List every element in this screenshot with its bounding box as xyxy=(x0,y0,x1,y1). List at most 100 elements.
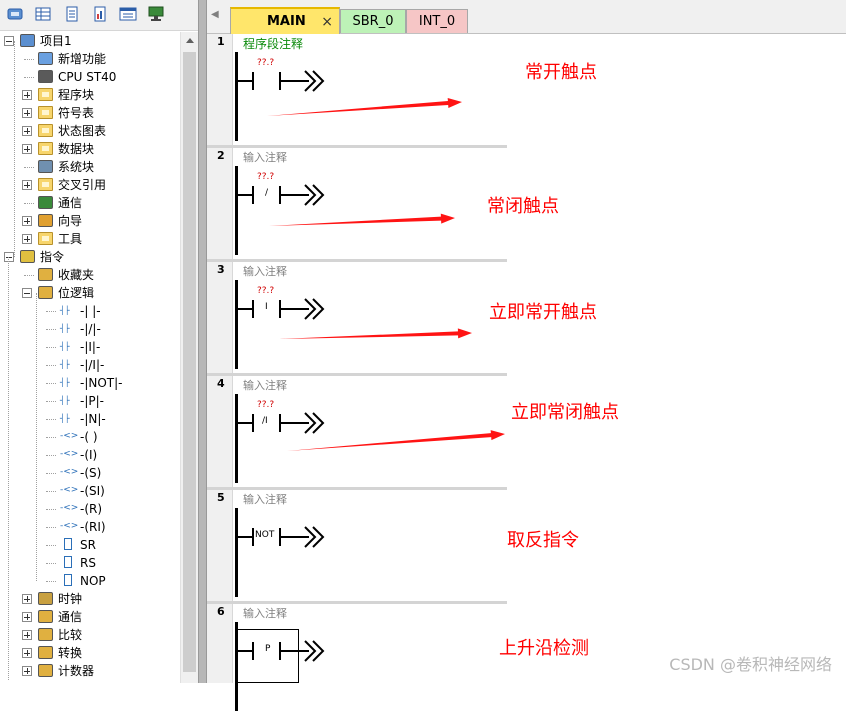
tree-item[interactable]: ┤├ -|P|- xyxy=(0,392,180,410)
coil-icon: -<> xyxy=(60,431,79,441)
expand-icon[interactable] xyxy=(22,594,32,604)
tree-item[interactable]: CPU ST40 xyxy=(0,68,180,86)
collapse-icon[interactable] xyxy=(22,288,32,298)
tree-connector xyxy=(46,545,56,546)
tree-item[interactable]: 数据块 xyxy=(0,140,180,158)
tree-connector xyxy=(46,491,56,492)
tree-item[interactable]: 程序块 xyxy=(0,86,180,104)
collapse-icon[interactable] xyxy=(4,252,14,262)
tree-connector xyxy=(46,437,56,438)
tree-item[interactable]: 通信 xyxy=(0,194,180,212)
editor-tabs: ◀ MAIN × SBR_0 INT_0 xyxy=(207,0,846,34)
tree-item[interactable]: ┤├ -|I|- xyxy=(0,338,180,356)
chart-icon[interactable] xyxy=(91,6,109,22)
doc-icon[interactable] xyxy=(63,6,81,22)
network-separator xyxy=(207,601,507,604)
tree-item[interactable]: 比较 xyxy=(0,626,180,644)
expand-icon[interactable] xyxy=(22,90,32,100)
tree-item[interactable]: 状态图表 xyxy=(0,122,180,140)
tree-item[interactable]: 收藏夹 xyxy=(0,266,180,284)
tree-connector xyxy=(46,563,56,564)
expand-icon[interactable] xyxy=(22,234,32,244)
coil-icon: -<> xyxy=(60,467,79,477)
expand-icon[interactable] xyxy=(22,666,32,676)
tree-item[interactable]: RS xyxy=(0,554,180,572)
tree-connector xyxy=(46,365,56,366)
tree-item[interactable]: 交叉引用 xyxy=(0,176,180,194)
tree-item[interactable]: 时钟 xyxy=(0,590,180,608)
tree-item-label: 比较 xyxy=(58,628,83,642)
folder-icon xyxy=(38,106,53,119)
favorites-icon xyxy=(38,268,53,281)
tree-item[interactable]: ┤├ -|N|- xyxy=(0,410,180,428)
tree-item[interactable]: NOP xyxy=(0,572,180,590)
tree-item[interactable]: 通信 xyxy=(0,608,180,626)
report-icon[interactable] xyxy=(119,6,137,22)
tree-item[interactable]: ┤├ -|/|- xyxy=(0,320,180,338)
tab-scroll-left-icon[interactable]: ◀ xyxy=(211,9,219,20)
watermark: CSDN @卷积神经网络 xyxy=(669,655,832,674)
tree-item-label: -(R) xyxy=(80,502,103,516)
expand-icon[interactable] xyxy=(22,126,32,136)
expand-icon[interactable] xyxy=(22,612,32,622)
project-icon[interactable] xyxy=(6,6,24,22)
tab-main[interactable]: MAIN × xyxy=(230,7,340,34)
expand-icon[interactable] xyxy=(22,108,32,118)
red-arrow-icon xyxy=(267,98,462,116)
tree-scrollbar[interactable] xyxy=(180,32,199,683)
contact-icon: ┤├ xyxy=(60,342,70,351)
table-icon[interactable] xyxy=(34,6,52,22)
tree-item[interactable]: ┤├ -|/I|- xyxy=(0,356,180,374)
tree-item[interactable]: -<> -(S) xyxy=(0,464,180,482)
tree-connector xyxy=(46,347,56,348)
system-block-icon xyxy=(38,160,53,173)
contact-left-bar xyxy=(252,528,254,546)
tree-item[interactable]: 新增功能 xyxy=(0,50,180,68)
tree-item-label: -|N|- xyxy=(80,412,106,426)
expand-icon[interactable] xyxy=(22,216,32,226)
project-icon xyxy=(20,34,35,47)
monitor-icon[interactable] xyxy=(147,6,165,22)
tree-item-label: 位逻辑 xyxy=(58,286,95,300)
tree-item[interactable]: 位逻辑 xyxy=(0,284,180,302)
tree-item[interactable]: 符号表 xyxy=(0,104,180,122)
network-comment[interactable]: 输入注释 xyxy=(243,605,287,621)
tree-guide xyxy=(36,293,37,581)
tree-item[interactable]: 系统块 xyxy=(0,158,180,176)
collapse-icon[interactable] xyxy=(4,36,14,46)
scroll-up-icon[interactable] xyxy=(183,34,197,48)
tree-item[interactable]: 计数器 xyxy=(0,662,180,680)
ladder-editor[interactable]: 1 程序段注释??.? 常开触点 2 输入注释??.? / 常闭触点 3 输入注释??.? I 立即… xyxy=(207,34,846,711)
tree-connector xyxy=(24,167,34,168)
comm-icon xyxy=(38,196,53,209)
tree-item[interactable]: ┤├ -|NOT|- xyxy=(0,374,180,392)
close-icon[interactable]: × xyxy=(321,9,333,35)
tree-connector xyxy=(46,311,56,312)
tree-item[interactable]: -<> -(R) xyxy=(0,500,180,518)
tree-item[interactable]: SR xyxy=(0,536,180,554)
tree-item[interactable]: 向导 xyxy=(0,212,180,230)
tree-item[interactable]: ┤├ -| |- xyxy=(0,302,180,320)
wizard-icon xyxy=(38,214,53,227)
expand-icon[interactable] xyxy=(22,630,32,640)
tree-item[interactable]: 工具 xyxy=(0,230,180,248)
clock-icon xyxy=(38,592,53,605)
tab-int0[interactable]: INT_0 xyxy=(406,9,468,33)
expand-icon[interactable] xyxy=(22,144,32,154)
instructions-icon xyxy=(20,250,35,263)
tree-item[interactable]: -<> -(SI) xyxy=(0,482,180,500)
scroll-thumb[interactable] xyxy=(183,52,196,672)
network-comment[interactable]: 输入注释 xyxy=(243,491,287,507)
tree-item[interactable]: -<> -(I) xyxy=(0,446,180,464)
tree-item[interactable]: 指令 xyxy=(0,248,180,266)
tree-item-label: SR xyxy=(80,538,96,552)
expand-icon[interactable] xyxy=(22,180,32,190)
panel-splitter[interactable] xyxy=(198,0,207,683)
tree-item[interactable]: -<> -(RI) xyxy=(0,518,180,536)
tree-item[interactable]: 转换 xyxy=(0,644,180,662)
tab-sbr0[interactable]: SBR_0 xyxy=(340,9,406,33)
tree-item[interactable]: -<> -( ) xyxy=(0,428,180,446)
expand-icon[interactable] xyxy=(22,648,32,658)
tree-connector xyxy=(24,275,34,276)
tree-item[interactable]: 项目1 xyxy=(0,32,180,50)
